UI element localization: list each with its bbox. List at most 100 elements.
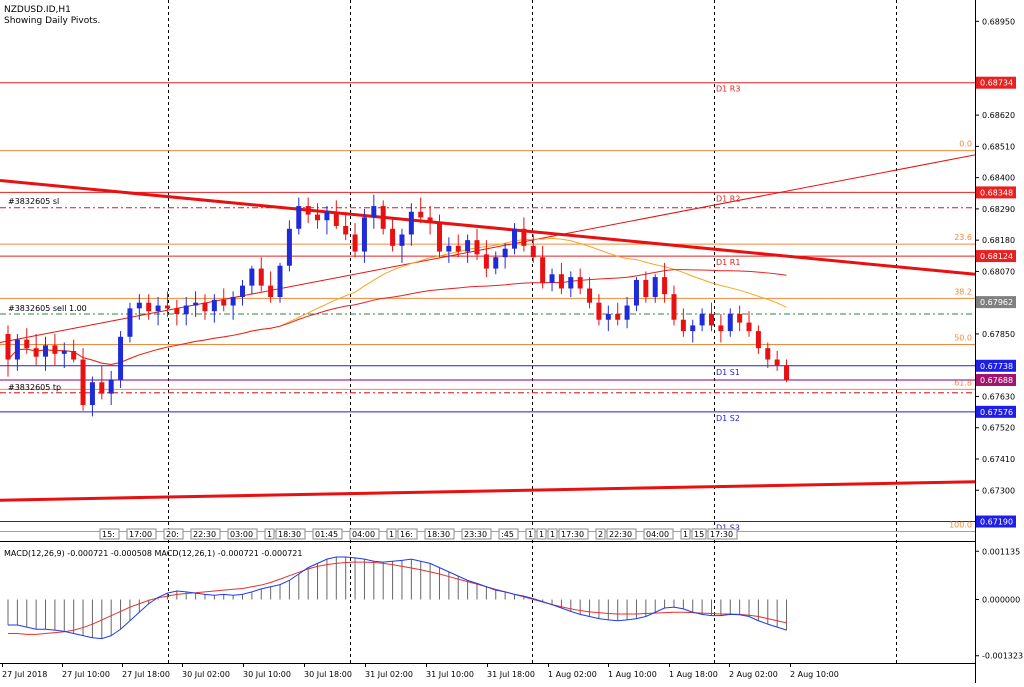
candle-body[interactable] xyxy=(371,206,377,218)
chart-canvas[interactable]: D1 R3D1 R2D1 R1D1 S1D1 S2D1 S3 0.023.638… xyxy=(0,0,1024,683)
candle-body[interactable] xyxy=(202,302,208,312)
candle-body[interactable] xyxy=(596,302,602,320)
candle-body[interactable] xyxy=(390,228,396,246)
candle-body[interactable] xyxy=(71,351,77,360)
candle-body[interactable] xyxy=(680,319,686,332)
candle-body[interactable] xyxy=(615,314,621,320)
candle-body[interactable] xyxy=(718,325,724,332)
candle-body[interactable] xyxy=(633,279,639,306)
candle-body[interactable] xyxy=(221,299,227,306)
candle-body[interactable] xyxy=(211,299,217,312)
pivot-label-S2: D1 S2 xyxy=(716,414,740,423)
candle-body[interactable] xyxy=(286,228,292,266)
session-tag-text: 01:45 xyxy=(315,530,338,539)
candle-body[interactable] xyxy=(530,245,536,258)
candle-body[interactable] xyxy=(427,217,433,224)
candle-body[interactable] xyxy=(240,285,245,297)
candle-body[interactable] xyxy=(80,359,86,405)
candle-body[interactable] xyxy=(258,268,264,286)
candle-body[interactable] xyxy=(249,268,255,286)
candle-body[interactable] xyxy=(146,302,152,312)
candle-body[interactable] xyxy=(61,351,67,354)
candle-body[interactable] xyxy=(33,348,39,357)
candle-body[interactable] xyxy=(652,277,658,297)
candle-body[interactable] xyxy=(587,288,593,303)
price-tick-label: 0.67630 xyxy=(982,392,1015,401)
candle-body[interactable] xyxy=(164,305,170,309)
candle-body[interactable] xyxy=(127,308,133,337)
candle-body[interactable] xyxy=(343,225,349,235)
candle-body[interactable] xyxy=(361,217,367,252)
candle-body[interactable] xyxy=(474,240,480,255)
candle-body[interactable] xyxy=(671,294,677,320)
fib-label: 50.0 xyxy=(954,333,972,342)
candle-body[interactable] xyxy=(5,333,11,360)
candle-body[interactable] xyxy=(755,331,761,349)
price-tick-label: 0.68620 xyxy=(982,111,1015,120)
candle-body[interactable] xyxy=(446,245,452,252)
candle-body[interactable] xyxy=(24,339,30,349)
candle-body[interactable] xyxy=(324,211,330,221)
candle-body[interactable] xyxy=(765,348,771,360)
candle-body[interactable] xyxy=(418,211,424,218)
candle-body[interactable] xyxy=(493,257,499,269)
candle-body[interactable] xyxy=(746,322,752,332)
time-label: 27 Jul 18:00 xyxy=(122,670,170,679)
candle-body[interactable] xyxy=(89,382,95,405)
candle-body[interactable] xyxy=(558,274,564,289)
candle-body[interactable] xyxy=(352,234,358,252)
candle-body[interactable] xyxy=(52,345,58,354)
candle-body[interactable] xyxy=(118,336,124,380)
candle-body[interactable] xyxy=(643,279,649,297)
candle-body[interactable] xyxy=(737,314,743,323)
candle-body[interactable] xyxy=(784,365,790,380)
candle-body[interactable] xyxy=(540,257,546,283)
candle-body[interactable] xyxy=(380,206,386,229)
candle-body[interactable] xyxy=(43,345,49,357)
candle-body[interactable] xyxy=(699,314,705,326)
candle-body[interactable] xyxy=(465,240,471,252)
candle-body[interactable] xyxy=(774,359,780,366)
candle-body[interactable] xyxy=(521,228,527,246)
candle-body[interactable] xyxy=(136,302,142,309)
candle-body[interactable] xyxy=(399,234,405,246)
candle-body[interactable] xyxy=(155,305,161,312)
candle-body[interactable] xyxy=(549,274,555,283)
candle-body[interactable] xyxy=(14,339,20,360)
candle-body[interactable] xyxy=(727,314,733,332)
candle-body[interactable] xyxy=(296,206,302,229)
candle-body[interactable] xyxy=(174,308,180,315)
candle-body[interactable] xyxy=(483,254,489,269)
candle-body[interactable] xyxy=(305,206,311,215)
session-tag-text: 1 xyxy=(539,530,544,539)
candle-body[interactable] xyxy=(436,223,442,252)
time-label: 1 Aug 18:00 xyxy=(669,670,718,679)
session-tag-text: 1 xyxy=(683,530,688,539)
candle-body[interactable] xyxy=(690,325,696,332)
candle-body[interactable] xyxy=(568,277,574,289)
candle-body[interactable] xyxy=(624,305,630,320)
candle-body[interactable] xyxy=(183,305,189,315)
candle-body[interactable] xyxy=(99,382,105,394)
candle-body[interactable] xyxy=(455,245,461,252)
candle-body[interactable] xyxy=(408,211,414,235)
entry-label: #3832605 sell 1.00 xyxy=(8,304,87,313)
candle-body[interactable] xyxy=(333,211,339,226)
candle-body[interactable] xyxy=(268,285,274,297)
session-tag-text: 18:30 xyxy=(427,530,450,539)
candle-body[interactable] xyxy=(512,228,518,249)
chart-window[interactable]: D1 R3 D1 R2 D1 R1 D1 S1 D1 S2 D1 S3 0.0 23.6 38… xyxy=(0,0,1024,683)
candle-body[interactable] xyxy=(662,277,668,295)
candle-body[interactable] xyxy=(230,297,236,306)
candle-body[interactable] xyxy=(709,314,714,326)
session-tag-text: 18:30 xyxy=(278,530,301,539)
candle-body[interactable] xyxy=(605,314,611,320)
candle-body[interactable] xyxy=(277,265,283,297)
price-tick-label: 0.68070 xyxy=(982,267,1015,276)
candle-body[interactable] xyxy=(577,277,583,289)
price-tick-label: 0.67850 xyxy=(982,330,1015,339)
candle-body[interactable] xyxy=(193,302,199,306)
candle-body[interactable] xyxy=(315,214,321,221)
candle-body[interactable] xyxy=(108,379,114,394)
candle-body[interactable] xyxy=(502,248,508,258)
